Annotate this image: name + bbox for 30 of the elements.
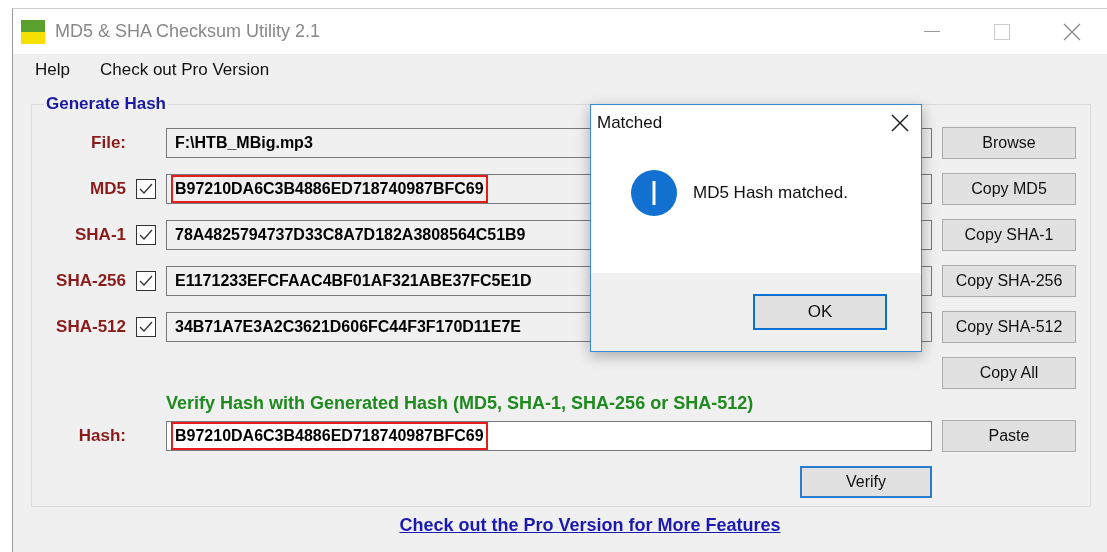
field-label: Hash: <box>78 426 126 446</box>
minimize-icon[interactable] <box>924 30 940 33</box>
dialog-message: MD5 Hash matched. <box>693 183 848 203</box>
verify-heading: Verify Hash with Generated Hash (MD5, SHA-1, SHA-256 or SHA-512) <box>166 393 755 414</box>
paste-button[interactable]: Paste <box>942 420 1076 452</box>
hash-label: SHA-1 <box>75 225 126 245</box>
window-title: MD5 & SHA Checksum Utility 2.1 <box>55 21 322 42</box>
close-icon[interactable] <box>891 114 909 132</box>
menu-item[interactable]: Help <box>35 60 70 80</box>
copy-button[interactable]: Copy SHA-512 <box>942 311 1076 343</box>
checkbox[interactable] <box>136 225 156 245</box>
checkbox[interactable] <box>136 179 156 199</box>
copy-button[interactable]: Copy SHA-256 <box>942 265 1076 297</box>
copy-button[interactable]: Copy SHA-1 <box>942 219 1076 251</box>
info-icon <box>631 170 677 216</box>
verify-button[interactable]: Verify <box>800 466 932 498</box>
hash-label: SHA-256 <box>56 271 126 291</box>
checkbox[interactable] <box>136 317 156 337</box>
ok-button[interactable]: OK <box>753 294 887 330</box>
app-logo-icon <box>21 19 45 44</box>
pro-version-link[interactable]: Check out the Pro Version for More Features <box>399 515 781 536</box>
hash-label: MD5 <box>90 179 126 199</box>
copy-all-button[interactable]: Copy All <box>942 357 1076 389</box>
hash-label: SHA-512 <box>56 317 126 337</box>
hash-input-field[interactable]: B97210DA6C3B4886ED718740987BFC69 <box>166 421 932 451</box>
menu-item[interactable]: Check out Pro Version <box>99 60 270 80</box>
checkbox[interactable] <box>136 271 156 291</box>
field-label: File: <box>91 133 126 153</box>
copy-button[interactable]: Copy MD5 <box>942 173 1076 205</box>
browse-button[interactable]: Browse <box>942 127 1076 159</box>
